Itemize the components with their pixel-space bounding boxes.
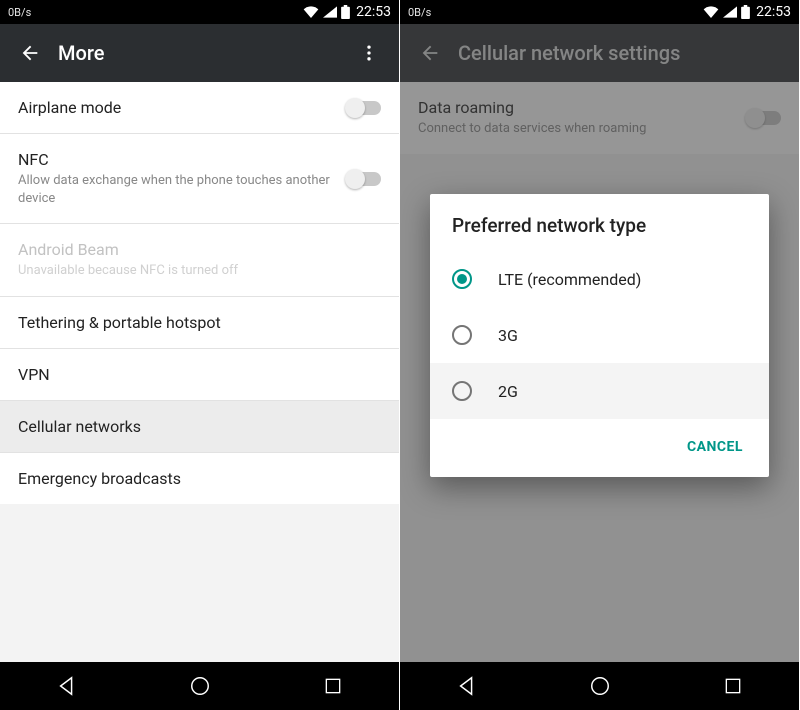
radio-icon [452, 381, 472, 401]
clock: 22:53 [756, 4, 791, 20]
nav-bar [400, 662, 799, 710]
nav-home-icon [189, 675, 211, 697]
overflow-menu-button[interactable] [351, 43, 387, 63]
radio-option-2g[interactable]: 2G [430, 363, 769, 419]
radio-label: LTE (recommended) [498, 270, 641, 289]
list-item-tethering[interactable]: Tethering & portable hotspot [0, 296, 399, 348]
wifi-icon [703, 6, 719, 18]
app-bar: More [0, 24, 399, 82]
list-item-emergency-broadcasts[interactable]: Emergency broadcasts [0, 452, 399, 504]
phone-right: 0B/s 22:53 Cellular network settings Dat… [400, 0, 800, 710]
preferred-network-dialog: Preferred network type LTE (recommended)… [430, 194, 769, 477]
radio-label: 3G [498, 326, 518, 345]
nav-back-icon [456, 675, 478, 697]
page-title: More [48, 41, 351, 65]
item-subtitle: Unavailable because NFC is turned off [18, 262, 381, 280]
phone-left: 0B/s 22:53 More Airplane mode NFC Allow … [0, 0, 400, 710]
nav-recent-button[interactable] [703, 666, 763, 706]
radio-icon [452, 325, 472, 345]
settings-list: Airplane mode NFC Allow data exchange wh… [0, 82, 399, 662]
radio-label: 2G [498, 382, 518, 401]
status-icons: 22:53 [303, 4, 391, 20]
list-item-vpn[interactable]: VPN [0, 348, 399, 400]
status-icons: 22:53 [703, 4, 791, 20]
nav-home-icon [589, 675, 611, 697]
nav-back-button[interactable] [437, 666, 497, 706]
clock: 22:53 [356, 4, 391, 20]
item-title: Cellular networks [18, 417, 381, 436]
nav-bar [0, 662, 399, 710]
dialog-actions: CANCEL [430, 419, 769, 477]
airplane-mode-toggle[interactable] [347, 101, 381, 115]
net-speed: 0B/s [8, 6, 31, 19]
nav-home-button[interactable] [570, 666, 630, 706]
nav-back-icon [56, 675, 78, 697]
net-speed: 0B/s [408, 6, 431, 19]
item-title: Tethering & portable hotspot [18, 313, 381, 332]
list-item-cellular-networks[interactable]: Cellular networks [0, 400, 399, 452]
nav-recent-icon [723, 676, 743, 696]
list-item-android-beam: Android Beam Unavailable because NFC is … [0, 223, 399, 296]
arrow-left-icon [19, 42, 41, 64]
status-bar: 0B/s 22:53 [400, 0, 799, 24]
item-subtitle: Allow data exchange when the phone touch… [18, 172, 335, 207]
radio-option-3g[interactable]: 3G [430, 307, 769, 363]
back-button[interactable] [12, 42, 48, 64]
signal-icon [723, 6, 737, 18]
item-title: Airplane mode [18, 98, 335, 117]
status-bar: 0B/s 22:53 [0, 0, 399, 24]
nav-back-button[interactable] [37, 666, 97, 706]
list-item-airplane-mode[interactable]: Airplane mode [0, 82, 399, 133]
wifi-icon [303, 6, 319, 18]
nav-home-button[interactable] [170, 666, 230, 706]
more-vert-icon [359, 43, 379, 63]
radio-option-lte[interactable]: LTE (recommended) [430, 251, 769, 307]
item-title: VPN [18, 365, 381, 384]
nfc-toggle[interactable] [347, 172, 381, 186]
item-title: Android Beam [18, 240, 381, 259]
cancel-button[interactable]: CANCEL [677, 431, 753, 463]
signal-icon [323, 6, 337, 18]
dialog-title: Preferred network type [430, 214, 769, 251]
item-title: NFC [18, 150, 335, 169]
list-item-nfc[interactable]: NFC Allow data exchange when the phone t… [0, 133, 399, 223]
nav-recent-button[interactable] [303, 666, 363, 706]
battery-icon [341, 5, 350, 19]
nav-recent-icon [323, 676, 343, 696]
radio-icon [452, 269, 472, 289]
battery-icon [741, 5, 750, 19]
item-title: Emergency broadcasts [18, 469, 381, 488]
